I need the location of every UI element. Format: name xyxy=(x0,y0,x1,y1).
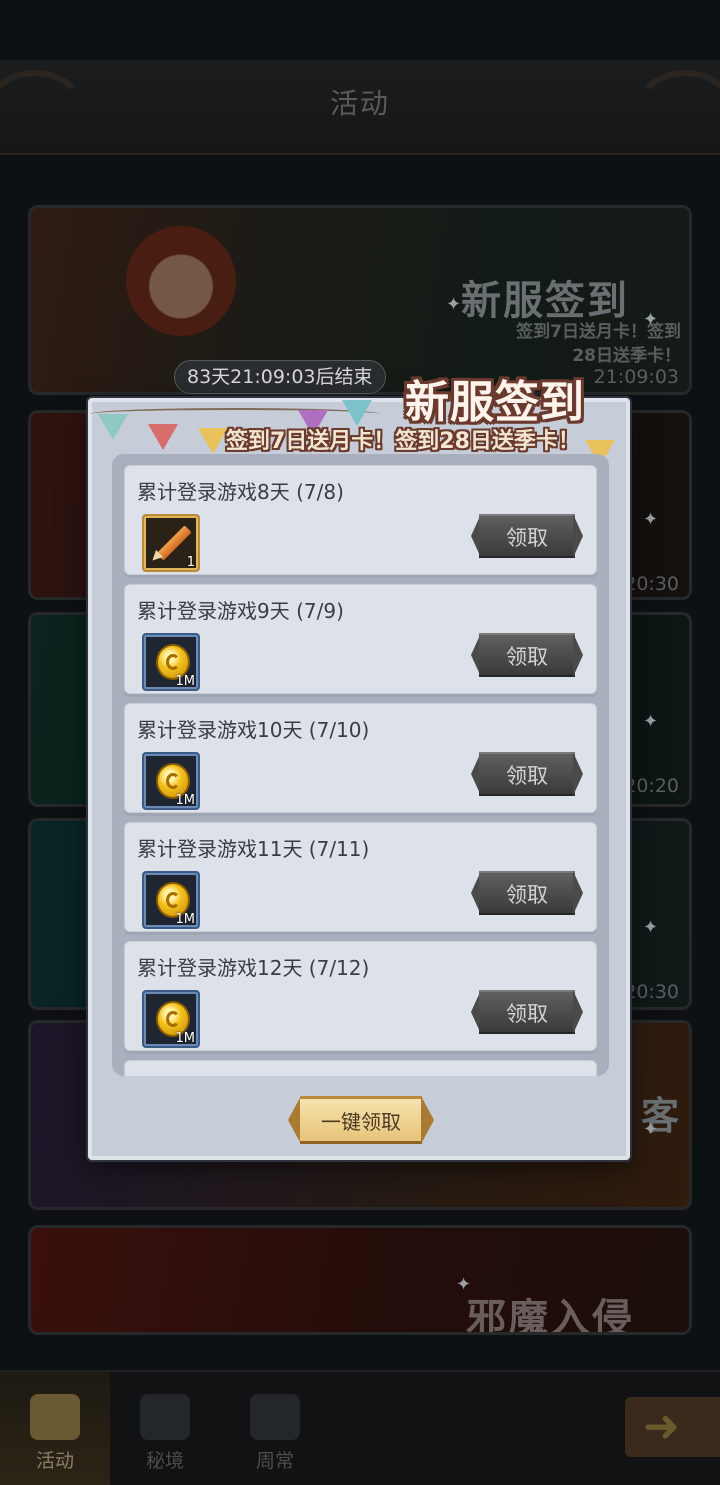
bottom-nav: 活动 秘境 周常 ➜ xyxy=(0,1370,720,1485)
tab-secret-realm[interactable]: 秘境 xyxy=(110,1372,220,1485)
sparkle-icon: ✦ xyxy=(643,711,659,732)
banner-title: 新服签到 xyxy=(461,278,629,324)
item-quantity: 1M xyxy=(175,912,196,927)
crown-scroll-icon xyxy=(250,1394,300,1440)
dialog-subtitle: 签到7日送月卡！签到28日送季卡！ xyxy=(226,429,580,454)
banner-title: 邪魔入侵 xyxy=(466,1296,634,1335)
list-item: 累计登录游戏11天 (7/11) 1M 领取 xyxy=(124,822,597,932)
bunting-string xyxy=(90,408,380,420)
item-quantity: 1 xyxy=(186,555,195,570)
claim-button[interactable]: 领取 xyxy=(471,752,583,796)
claim-button-label: 领取 xyxy=(506,764,548,788)
sparkle-icon: ✦ xyxy=(643,509,659,530)
claim-button-label: 领取 xyxy=(506,526,548,550)
sparkle-icon: ✦ xyxy=(446,294,462,315)
tab-label: 周常 xyxy=(255,1450,294,1472)
claim-button[interactable]: 领取 xyxy=(471,990,583,1034)
screen: 活动 新服签到 签到7日送月卡！签到 28日送季卡！ 21:09:03 ✦ ✦ … xyxy=(0,0,720,1485)
reward-item-slot[interactable]: 1M xyxy=(142,871,200,929)
tab-weekly[interactable]: 周常 xyxy=(220,1372,330,1485)
item-quantity: 1M xyxy=(175,1031,196,1046)
list-item: 累计登录游戏12天 (7/12) 1M 领取 xyxy=(124,941,597,1051)
sparkle-icon: ✦ xyxy=(643,1119,659,1140)
reward-condition-label: 累计登录游戏11天 (7/11) xyxy=(137,837,370,861)
reward-condition-label: 累计登录游戏8天 (7/8) xyxy=(137,480,344,504)
bunting-flag-icon xyxy=(98,414,128,440)
reward-item-slot[interactable]: 1M xyxy=(142,990,200,1048)
realm-icon xyxy=(140,1394,190,1440)
sparkle-icon: ✦ xyxy=(643,309,659,330)
list-item: 累计登录游戏8天 (7/8) 1 领取 xyxy=(124,465,597,575)
claim-button-label: 领取 xyxy=(506,1002,548,1026)
claim-all-label: 一键领取 xyxy=(321,1110,401,1134)
bunting-flag-icon xyxy=(198,428,228,454)
tab-label: 秘境 xyxy=(145,1450,184,1472)
claim-button[interactable]: 领取 xyxy=(471,633,583,677)
reward-condition-label: 累计登录游戏12天 (7/12) xyxy=(137,956,370,980)
sparkle-icon: ✦ xyxy=(456,1274,472,1295)
banner-timer: 21:09:03 xyxy=(593,366,679,388)
banner-timer: 20:30 xyxy=(624,981,679,1003)
next-arrow-button[interactable]: ➜ xyxy=(625,1397,720,1457)
list-item xyxy=(124,1060,597,1076)
claim-button[interactable]: 领取 xyxy=(471,871,583,915)
claim-button[interactable]: 领取 xyxy=(471,514,583,558)
dialog-title: 新服签到 xyxy=(405,377,585,428)
bunting-flag-icon xyxy=(148,424,178,450)
banner-timer: 20:30 xyxy=(624,573,679,595)
claim-all-button[interactable]: 一键领取 xyxy=(288,1096,434,1144)
tab-label: 活动 xyxy=(35,1450,74,1472)
item-quantity: 1M xyxy=(175,793,196,808)
arrow-right-icon: ➜ xyxy=(643,1401,680,1452)
reward-item-slot[interactable]: 1M xyxy=(142,633,200,691)
list-item: 累计登录游戏10天 (7/10) 1M 领取 xyxy=(124,703,597,813)
reward-condition-label: 累计登录游戏10天 (7/10) xyxy=(137,718,370,742)
banner-timer: 20:20 xyxy=(624,775,679,797)
scroll-icon xyxy=(30,1394,80,1440)
banner-demon-invasion[interactable]: 邪魔入侵 ✦ xyxy=(28,1225,692,1335)
reward-list[interactable]: 累计登录游戏8天 (7/8) 1 领取 累计登录游戏9天 (7/9) 1M 领取 xyxy=(112,454,609,1076)
claim-button-label: 领取 xyxy=(506,883,548,907)
page-title: 活动 xyxy=(329,87,390,120)
list-item: 累计登录游戏9天 (7/9) 1M 领取 xyxy=(124,584,597,694)
reward-item-slot[interactable]: 1 xyxy=(142,514,200,572)
tab-activity[interactable]: 活动 xyxy=(0,1372,110,1485)
sparkle-icon: ✦ xyxy=(643,917,659,938)
claim-button-label: 领取 xyxy=(506,645,548,669)
reward-item-slot[interactable]: 1M xyxy=(142,752,200,810)
item-quantity: 1M xyxy=(175,674,196,689)
event-end-timer: 83天21:09:03后结束 xyxy=(174,360,386,394)
reward-condition-label: 累计登录游戏9天 (7/9) xyxy=(137,599,344,623)
